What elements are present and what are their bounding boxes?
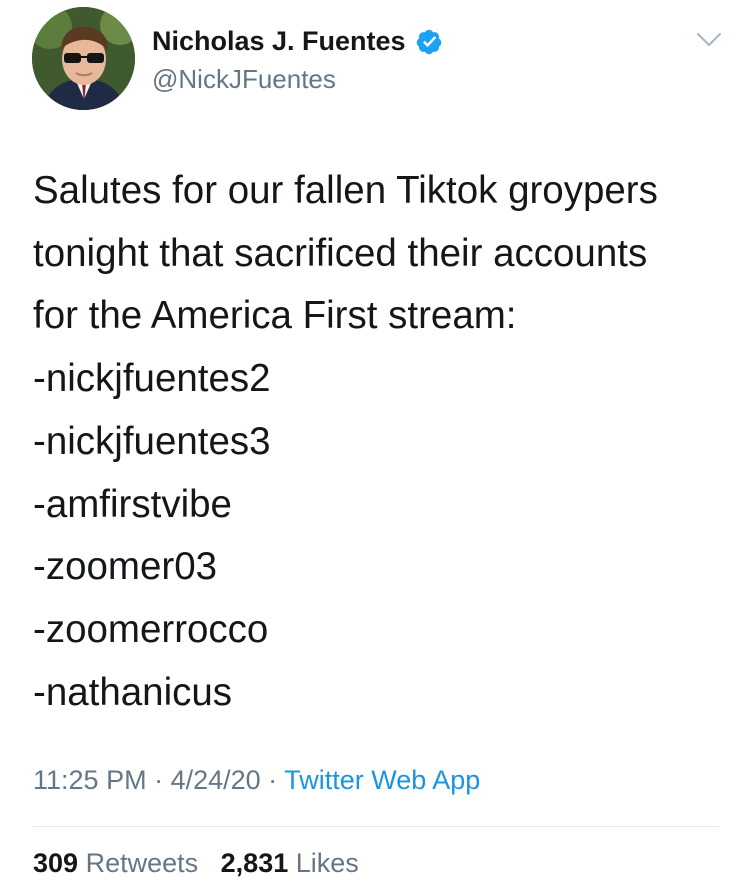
tweet-text-line: for the America First stream: [33,294,517,338]
likes-label: Likes [295,848,359,878]
tweet-text-line: -nickjfuentes3 [33,419,271,463]
tweet-text-line: Salutes for our fallen Tiktok groypers [33,169,658,212]
meta-separator: · [146,765,171,795]
tweet-text-line: -amfirstvibe [33,482,232,526]
author-name[interactable]: Nicholas J. Fuentes [152,26,443,57]
tweet-source-link[interactable]: Twitter Web App [284,765,480,795]
retweets-label: Retweets [85,848,199,878]
divider [33,826,719,827]
tweet-text-line: tonight that sacrificed their accounts [33,231,648,275]
avatar[interactable] [32,7,135,110]
meta-separator: · [260,765,285,795]
author-handle[interactable]: @NickJFuentes [152,64,336,95]
tweet-time[interactable]: 11:25 PM [33,765,147,795]
tweet-text-line: -zoomerrocco [33,607,269,651]
tweet-card: Nicholas J. Fuentes @NickJFuentes Salute… [0,0,749,891]
tweet-meta: 11:25 PM · 4/24/20 · Twitter Web App [33,765,480,796]
tweet-text: Salutes for our fallen Tiktok groypers t… [33,160,733,724]
tweet-text-line: -zoomer03 [33,545,218,589]
verified-badge-icon [415,28,443,56]
tweet-date[interactable]: 4/24/20 [171,765,261,795]
avatar-image [32,7,135,110]
likes-count: 2,831 [220,848,289,878]
chevron-down-icon[interactable] [696,31,722,49]
author-name-text[interactable]: Nicholas J. Fuentes [152,26,406,57]
likes-stat[interactable]: 2,831 Likes [221,848,359,878]
retweets-stat[interactable]: 309 Retweets [33,848,198,878]
tweet-text-line: -nathanicus [33,670,233,714]
tweet-text-line: -nickjfuentes2 [33,357,271,401]
retweets-count: 309 [33,848,79,878]
tweet-stats: 309 Retweets 2,831 Likes [33,848,359,879]
